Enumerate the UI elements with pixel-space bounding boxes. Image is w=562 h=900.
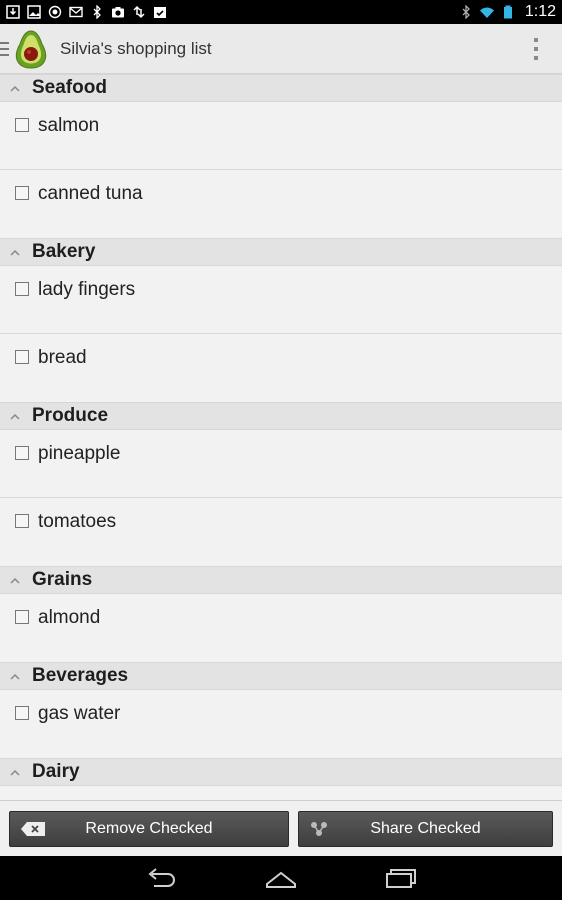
category-title: Dairy <box>32 761 80 782</box>
gmail-icon <box>69 5 83 19</box>
item-label: lady fingers <box>38 279 136 300</box>
item-checkbox[interactable] <box>15 186 29 200</box>
target-icon <box>48 5 62 19</box>
share-checked-label: Share Checked <box>370 820 481 837</box>
bluetooth-icon <box>459 5 473 19</box>
category-title: Grains <box>32 569 93 590</box>
drawer-indicator-icon[interactable] <box>0 41 10 56</box>
sync-icon <box>132 5 146 19</box>
screen: 1:12 Silvia's shopping list Seafood salm… <box>0 0 562 900</box>
avocado-icon[interactable] <box>14 29 48 69</box>
remove-checked-button[interactable]: Remove Checked <box>9 811 289 847</box>
item-label: canned tuna <box>38 183 143 204</box>
recent-apps-icon[interactable] <box>384 866 418 890</box>
category-section: Dairy <box>0 758 562 800</box>
item-checkbox[interactable] <box>15 610 29 624</box>
share-icon <box>311 822 327 836</box>
chevron-up-icon[interactable] <box>9 411 21 421</box>
item-label: almond <box>38 607 101 628</box>
item-checkbox[interactable] <box>15 350 29 364</box>
item-checkbox[interactable] <box>15 514 29 528</box>
remove-checked-label: Remove Checked <box>85 820 213 837</box>
list-item[interactable]: pineapple <box>0 430 562 498</box>
overflow-menu-icon[interactable] <box>532 38 540 60</box>
battery-icon <box>501 5 515 19</box>
status-bar: 1:12 <box>0 0 562 24</box>
category-section: Seafood salmon canned tuna <box>0 74 562 238</box>
image-icon <box>27 5 41 19</box>
back-icon[interactable] <box>144 866 178 890</box>
notification-icons <box>6 5 167 19</box>
chevron-up-icon[interactable] <box>9 767 21 777</box>
list-item[interactable]: salmon <box>0 102 562 170</box>
item-checkbox[interactable] <box>15 446 29 460</box>
item-checkbox[interactable] <box>15 706 29 720</box>
chevron-up-icon[interactable] <box>9 247 21 257</box>
page-title: Silvia's shopping list <box>60 38 212 58</box>
category-section: Grains almond <box>0 566 562 662</box>
list-item[interactable]: bread <box>0 334 562 402</box>
wifi-icon <box>479 5 494 19</box>
item-label: pineapple <box>38 443 121 464</box>
category-header[interactable]: Beverages <box>0 662 562 690</box>
bluetooth-icon <box>90 5 104 19</box>
category-header[interactable]: Produce <box>0 402 562 430</box>
category-header[interactable]: Grains <box>0 566 562 594</box>
category-section: Produce pineapple tomatoes <box>0 402 562 566</box>
home-icon[interactable] <box>264 866 298 890</box>
clock: 1:12 <box>524 3 556 20</box>
item-checkbox[interactable] <box>15 282 29 296</box>
list-item[interactable]: gas water <box>0 690 562 758</box>
camera-icon <box>111 5 125 19</box>
category-title: Seafood <box>32 77 107 98</box>
download-icon <box>6 5 20 19</box>
category-title: Produce <box>32 405 109 426</box>
list-item[interactable]: lady fingers <box>0 266 562 334</box>
item-checkbox[interactable] <box>15 118 29 132</box>
calendar-check-icon <box>153 5 167 19</box>
list-item[interactable] <box>0 786 562 800</box>
share-checked-button[interactable]: Share Checked <box>298 811 553 847</box>
category-title: Bakery <box>32 241 96 262</box>
chevron-up-icon[interactable] <box>9 575 21 585</box>
chevron-up-icon[interactable] <box>9 671 21 681</box>
list-item[interactable]: almond <box>0 594 562 662</box>
category-section: Bakery lady fingers bread <box>0 238 562 402</box>
item-label: salmon <box>38 115 100 136</box>
list-item[interactable]: tomatoes <box>0 498 562 566</box>
category-title: Beverages <box>32 665 129 686</box>
navigation-bar <box>0 856 562 900</box>
bottom-action-bar: Remove Checked Share Checked <box>0 800 562 856</box>
system-icons: 1:12 <box>459 3 556 21</box>
backspace-icon <box>21 822 45 836</box>
category-header[interactable]: Seafood <box>0 74 562 102</box>
shopping-list[interactable]: Seafood salmon canned tuna Bakery lady f… <box>0 74 562 800</box>
category-section: Beverages gas water <box>0 662 562 758</box>
list-item[interactable]: canned tuna <box>0 170 562 238</box>
category-header[interactable]: Dairy <box>0 758 562 786</box>
item-label: gas water <box>38 703 121 724</box>
category-header[interactable]: Bakery <box>0 238 562 266</box>
item-label: bread <box>38 347 87 368</box>
action-bar: Silvia's shopping list <box>0 24 562 74</box>
item-label: tomatoes <box>38 511 117 532</box>
chevron-up-icon[interactable] <box>9 83 21 93</box>
